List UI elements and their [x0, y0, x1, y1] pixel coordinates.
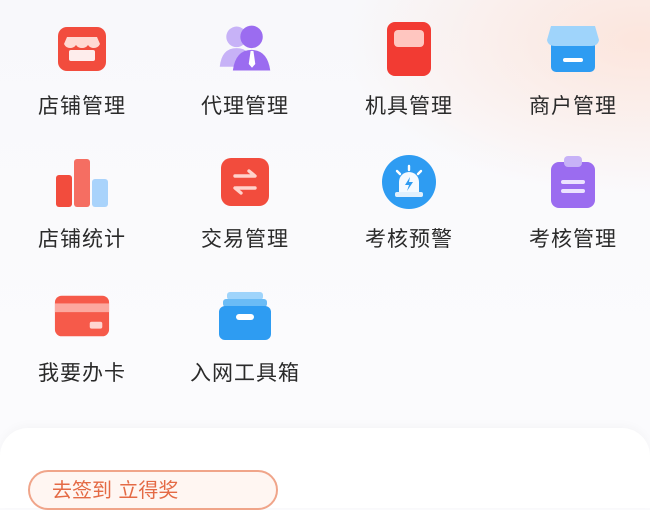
menu-item-label: 店铺管理	[38, 94, 126, 118]
menu-item-label: 商户管理	[529, 94, 617, 118]
menu-item-assessment-warning[interactable]: 考核预警	[327, 133, 491, 267]
menu-item-label: 考核预警	[365, 227, 453, 251]
merchant-shop-icon	[544, 20, 602, 78]
function-grid: 店铺管理 代理管理 机具管理 商户管理 店铺统计 交易管理 考核预警 考核管理 …	[0, 0, 650, 410]
credit-card-icon	[53, 287, 111, 345]
agent-user-icon	[216, 20, 274, 78]
menu-item-apply-card[interactable]: 我要办卡	[0, 267, 164, 401]
menu-item-label: 机具管理	[365, 94, 453, 118]
menu-item-merchant-management[interactable]: 商户管理	[491, 0, 650, 134]
alarm-light-icon	[380, 153, 438, 211]
menu-item-label: 入网工具箱	[190, 361, 300, 385]
menu-item-store-management[interactable]: 店铺管理	[0, 0, 164, 134]
exchange-icon	[216, 153, 274, 211]
menu-item-agent-management[interactable]: 代理管理	[163, 0, 327, 134]
menu-item-label: 交易管理	[201, 227, 289, 251]
menu-item-label: 我要办卡	[38, 361, 126, 385]
menu-item-label: 考核管理	[529, 227, 617, 251]
menu-item-label: 店铺统计	[38, 227, 126, 251]
bar-chart-icon	[53, 153, 111, 211]
clipboard-icon	[544, 153, 602, 211]
menu-item-device-management[interactable]: 机具管理	[327, 0, 491, 134]
store-icon	[53, 20, 111, 78]
menu-item-transaction-management[interactable]: 交易管理	[163, 133, 327, 267]
menu-item-assessment-management[interactable]: 考核管理	[491, 133, 650, 267]
menu-item-label: 代理管理	[201, 94, 289, 118]
checkin-button[interactable]: 去签到 立得奖	[28, 470, 278, 510]
toolbox-icon	[216, 287, 274, 345]
menu-item-network-toolbox[interactable]: 入网工具箱	[163, 267, 327, 401]
pos-device-icon	[380, 20, 438, 78]
menu-item-store-statistics[interactable]: 店铺统计	[0, 133, 164, 267]
